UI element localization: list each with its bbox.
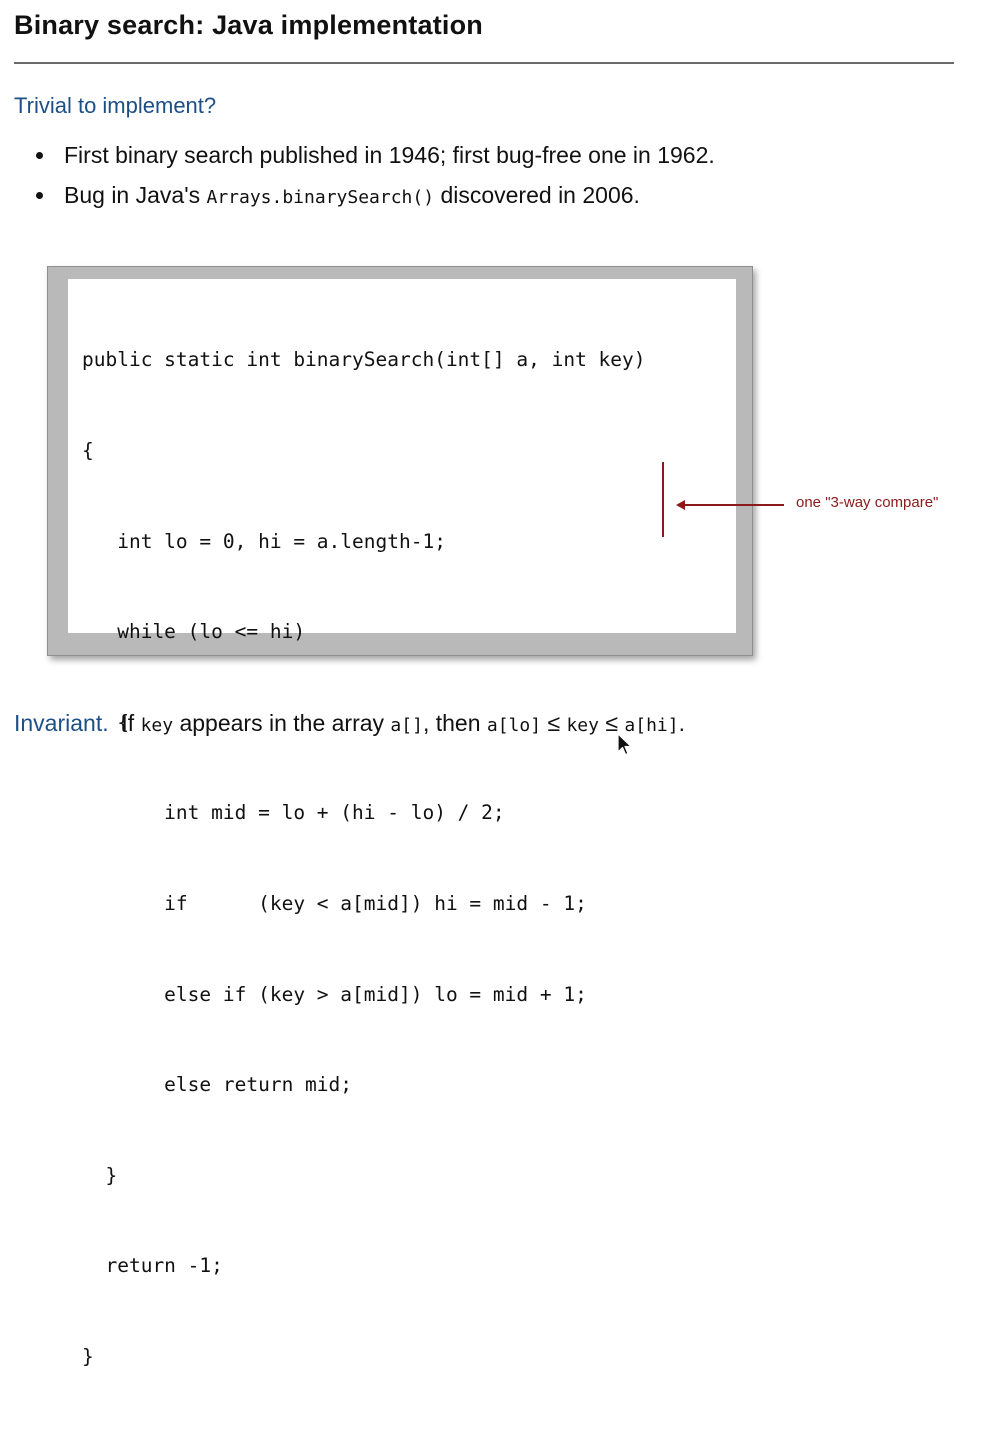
code-line: else return mid; xyxy=(82,1073,353,1097)
code-line: int mid = lo + (hi - lo) / 2; xyxy=(82,801,505,825)
code-line: public static int binarySearch(int[] a, … xyxy=(82,348,646,372)
code-line: else if (key > a[mid]) lo = mid + 1; xyxy=(82,982,587,1006)
code-line: } xyxy=(82,1163,118,1187)
bullet-code: Arrays.binarySearch() xyxy=(206,187,435,208)
code-line: } xyxy=(82,1344,94,1368)
invariant-code: a[] xyxy=(390,715,423,736)
bullet-text-after: discovered in 2006. xyxy=(434,182,640,208)
slide-title: Binary search: Java implementation xyxy=(14,10,483,40)
code-line: if (key < a[mid]) hi = mid - 1; xyxy=(82,891,587,915)
bullet-dot xyxy=(36,192,43,199)
invariant-label: Invariant. xyxy=(14,710,109,736)
invariant-statement: Invariant. If key appears in the array a… xyxy=(14,710,685,737)
invariant-text: . xyxy=(678,710,685,736)
code-line: return -1; xyxy=(82,1254,223,1278)
code-block: public static int binarySearch(int[] a, … xyxy=(82,285,646,1433)
subtitle: Trivial to implement? xyxy=(14,93,217,118)
code-panel: public static int binarySearch(int[] a, … xyxy=(68,279,736,1368)
invariant-text: ≤ xyxy=(541,710,567,736)
bullet-list: First binary search published in 1946; f… xyxy=(34,135,715,218)
invariant-text: appears in the array xyxy=(173,710,391,736)
arrow-cursor-icon xyxy=(617,733,632,756)
bullet-item: First binary search published in 1946; f… xyxy=(34,135,715,175)
bullet-text-before: Bug in Java's xyxy=(64,182,207,208)
code-line: while (lo <= hi) xyxy=(82,620,306,644)
invariant-text: If xyxy=(108,710,141,736)
code-line: int lo = 0, hi = a.length-1; xyxy=(82,529,446,553)
bullet-text: First binary search published in 1946; f… xyxy=(64,142,715,168)
invariant-code: key xyxy=(140,715,174,736)
title-divider xyxy=(14,62,954,64)
annotation-arrow-line xyxy=(684,504,784,506)
compare-bracket xyxy=(662,462,664,537)
invariant-code: a[lo] xyxy=(486,715,542,736)
invariant-code: key xyxy=(566,715,599,736)
code-frame: public static int binarySearch(int[] a, … xyxy=(47,266,753,1368)
bullet-dot xyxy=(36,152,43,159)
invariant-text: , then xyxy=(422,710,487,736)
code-line: { xyxy=(82,439,94,462)
bullet-item: Bug in Java's Arrays.binarySearch() disc… xyxy=(34,175,715,218)
annotation-label: one "3-way compare" xyxy=(796,494,939,511)
